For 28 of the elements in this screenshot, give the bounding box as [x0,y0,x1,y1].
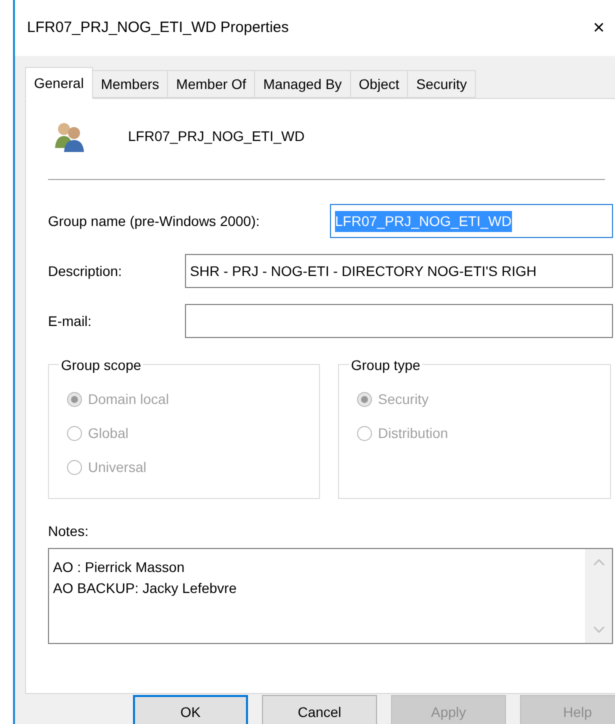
radio-label: Security [378,390,429,409]
radio-label: Distribution [378,424,448,443]
notes-label: Notes: [48,522,90,541]
window-title: LFR07_PRJ_NOG_ETI_WD Properties [27,18,289,38]
group-name-heading: LFR07_PRJ_NOG_ETI_WD [128,126,305,146]
tab[interactable]: Members [92,70,168,98]
tab[interactable]: General [25,67,93,99]
dialog-button[interactable]: Cancel [262,695,377,724]
scroll-up-icon[interactable] [592,559,604,566]
field-label: E-mail: [48,312,93,330]
notes-field[interactable]: AO : Pierrick Masson AO BACKUP: Jacky Lefebvre [48,548,613,644]
scroll-down-icon[interactable] [592,626,604,633]
notes-line: AO : Pierrick Masson [53,558,186,577]
radio-label: Universal [88,458,146,477]
tab[interactable]: Security [408,70,476,98]
text-field[interactable]: SHR - PRJ - NOG-ETI - DIRECTORY NOG-ETI'S RIGH [185,254,613,288]
notes-line: AO BACKUP: Jacky Lefebvre [53,579,238,598]
radio-label: Global [88,424,128,443]
text-field[interactable] [185,304,613,338]
radio-label: Domain local [88,390,169,409]
field-label: Description: [48,262,123,281]
dialog-button[interactable]: OK [133,695,248,724]
tab[interactable]: Object [350,70,408,98]
tab[interactable]: Managed By [255,70,351,98]
tab[interactable]: Member Of [168,70,256,98]
field-label: Group name (pre-Windows 2000): [48,212,261,231]
close-button[interactable]: × [593,13,615,43]
group-users-icon [52,120,86,152]
